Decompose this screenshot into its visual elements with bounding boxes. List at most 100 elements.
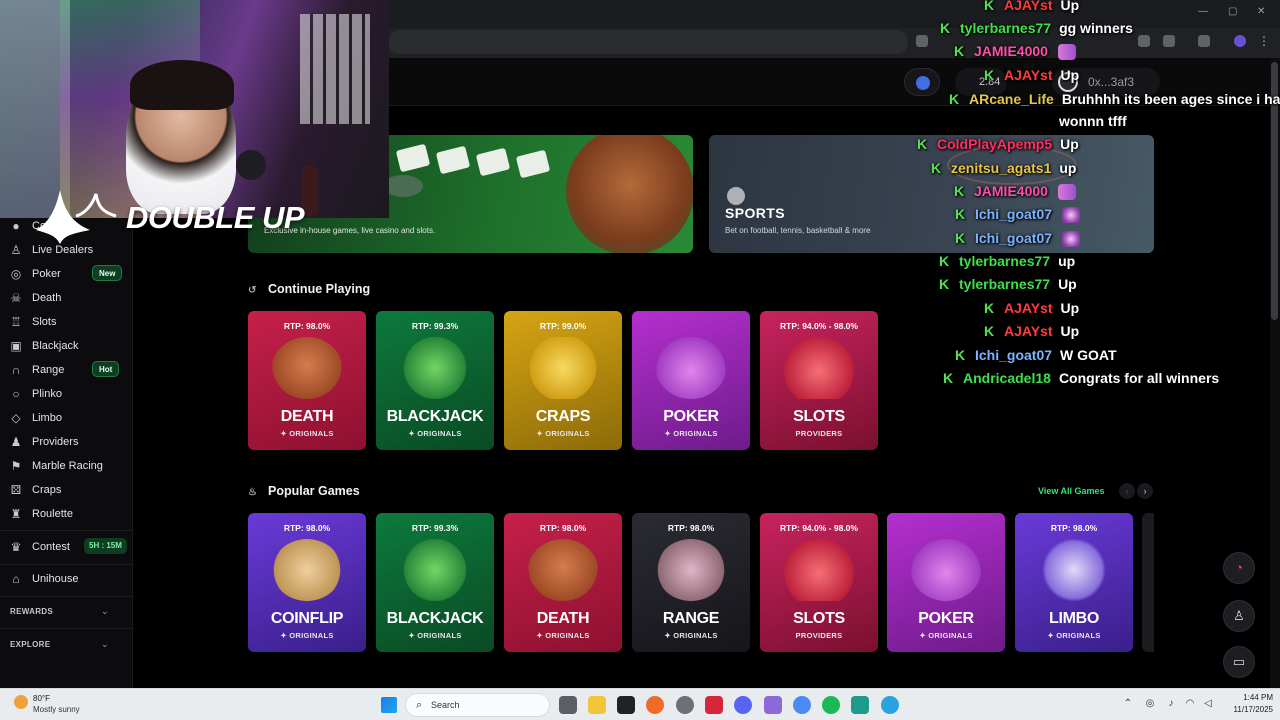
sidebar-item-contest[interactable]: ♛ Contest 5H : 15M [0,537,133,559]
weather-temperature[interactable]: 80°F [33,694,50,703]
slots-icon: ♖ [10,315,22,329]
wallet-button[interactable]: 0x...3af3 [1052,68,1160,96]
close-icon[interactable]: ✕ [1257,6,1265,17]
wifi-icon[interactable]: ◠ [1184,698,1196,710]
coin-icon: ● [12,219,20,233]
game-card-coinflip[interactable]: RTP: 98.0% COINFLIP ✦ ORIGINALS [248,513,366,652]
game-name: DEATH [280,408,334,425]
chrome-icon[interactable] [793,696,811,714]
scroll-left-button[interactable]: ‹ [1119,483,1135,499]
game-category: ✦ ORIGINALS [919,631,973,640]
cards-icon: ▣ [10,339,22,353]
kick-badge-icon: K [955,347,966,363]
extensions-puzzle-icon[interactable] [1163,35,1175,47]
sidebar-item-label: Death [32,292,62,304]
chat-message: K Andricadel18 Congrats for all winners [943,370,1219,390]
sidebar-item-slots[interactable]: ♖ Slots [0,312,133,334]
game-card-range[interactable]: RTP: 98.0% RANGE ✦ ORIGINALS [632,513,750,652]
app-icon[interactable] [705,696,723,714]
ball-illustration [727,187,745,205]
brand-button[interactable]: ◔ [1223,552,1255,584]
chevron-up-icon[interactable]: ⌃ [1122,698,1134,710]
person-icon: ♙ [10,243,22,257]
app-icon[interactable] [617,696,635,714]
kebab-menu-icon[interactable]: ⋮ [1258,35,1270,47]
popular-games-heading: ♨ Popular Games [248,484,360,500]
game-card-craps[interactable]: RTP: 99.0% CRAPS ✦ ORIGINALS [504,311,622,450]
sidebar-item-limbo[interactable]: ◇ Limbo [0,408,133,430]
app-icon[interactable] [764,696,782,714]
settings-icon[interactable] [676,696,694,714]
sidebar-item-craps[interactable]: ⚄ Craps [0,480,133,502]
app-icon[interactable] [851,696,869,714]
game-card-death[interactable]: RTP: 98.0% DEATH ✦ ORIGINALS [248,311,366,450]
sidebar-item-label: Craps [32,484,62,496]
spotify-icon[interactable] [822,696,840,714]
windows-start-icon[interactable] [381,697,397,713]
game-card-blackjack[interactable]: RTP: 99.3% BLACKJACK ✦ ORIGINALS [376,513,494,652]
game-name: POKER [663,408,719,425]
chevron-right-icon: › [1143,486,1147,496]
maximize-icon[interactable]: ▢ [1228,6,1237,17]
game-name: CRAPS [535,408,591,425]
game-card-death[interactable]: RTP: 98.0% DEATH ✦ ORIGINALS [504,513,622,652]
task-view-icon[interactable] [559,696,577,714]
weather-condition[interactable]: Mostly sunny [33,705,80,714]
weather-sun-icon[interactable] [14,695,28,709]
sidebar-item-label: Marble Racing [32,460,103,472]
double-up-logo-icon [36,190,117,244]
sidebar-item-unihouse[interactable]: ⌂ Unihouse [0,569,133,591]
hot-badge: Hot [92,361,120,377]
telegram-icon[interactable] [881,696,899,714]
hoop-illustration [947,145,1077,185]
sidebar-item-range[interactable]: ∩ Range Hot [0,360,133,382]
game-card-partial[interactable] [1142,513,1154,652]
file-explorer-icon[interactable] [588,696,606,714]
game-card-poker[interactable]: POKER ✦ ORIGINALS [887,513,1005,652]
extension-icon[interactable] [916,35,928,47]
extension-icon[interactable] [1138,35,1150,47]
network-button[interactable] [904,68,940,96]
game-card-poker[interactable]: POKER ✦ ORIGINALS [632,311,750,450]
taskbar-search[interactable]: ⌕ Search [405,693,550,717]
sidebar-item-roulette[interactable]: ♜ Roulette [0,504,133,526]
sidebar-item-poker[interactable]: ◎ Poker New [0,264,133,286]
chat-message-continuation: wonnn tfff [1059,113,1127,133]
game-card-slots[interactable]: RTP: 94.0% - 98.0% SLOTS PROVIDERS [760,311,878,450]
support-button[interactable]: ♙ [1223,600,1255,632]
firefox-icon[interactable] [646,696,664,714]
section-title: Popular Games [268,484,360,498]
sidebar-item-marble-racing[interactable]: ⚑ Marble Racing [0,456,133,478]
view-all-games-link[interactable]: View All Games [1038,486,1105,496]
sidebar-item-plinko[interactable]: ○ Plinko [0,384,133,406]
balance-button[interactable]: 2.84 [955,68,1007,96]
clock-date[interactable]: 11/17/2025 [1223,705,1273,714]
game-card-slots[interactable]: RTP: 94.0% - 98.0% SLOTS PROVIDERS [760,513,878,652]
scroll-right-button[interactable]: › [1137,483,1153,499]
divider [0,564,133,565]
game-card-limbo[interactable]: RTP: 98.0% LIMBO ✦ ORIGINALS [1015,513,1133,652]
sidebar-item-label: Contest [32,541,70,553]
address-bar[interactable] [388,30,908,54]
chat-button[interactable]: ▭ [1223,646,1255,678]
discord-icon[interactable] [734,696,752,714]
sidebar-item-death[interactable]: ☠ Death [0,288,133,310]
microphone-icon[interactable]: ♪ [1165,698,1177,710]
sidebar-item-blackjack[interactable]: ▣ Blackjack [0,336,133,358]
profile-avatar-icon[interactable] [1234,35,1246,47]
scrollbar-thumb[interactable] [1271,62,1278,320]
kick-badge-icon: K [984,300,995,316]
minimize-icon[interactable]: — [1198,6,1208,17]
game-card-blackjack[interactable]: RTP: 99.3% BLACKJACK ✦ ORIGINALS [376,311,494,450]
sidebar-item-label: Poker [32,268,61,280]
clock-time[interactable]: 1:44 PM [1223,693,1273,702]
sidepanel-icon[interactable] [1198,35,1210,47]
agent-icon: ♙ [1233,608,1245,623]
slots-art [784,539,854,601]
sports-banner[interactable]: SPORTS Bet on football, tennis, basketba… [709,135,1154,253]
tray-app-icon[interactable]: ◎ [1144,698,1156,710]
game-name: SLOTS [793,610,845,627]
divider [0,596,133,597]
sidebar-item-providers[interactable]: ♟ Providers [0,432,133,454]
volume-icon[interactable]: ◁ [1202,698,1214,710]
